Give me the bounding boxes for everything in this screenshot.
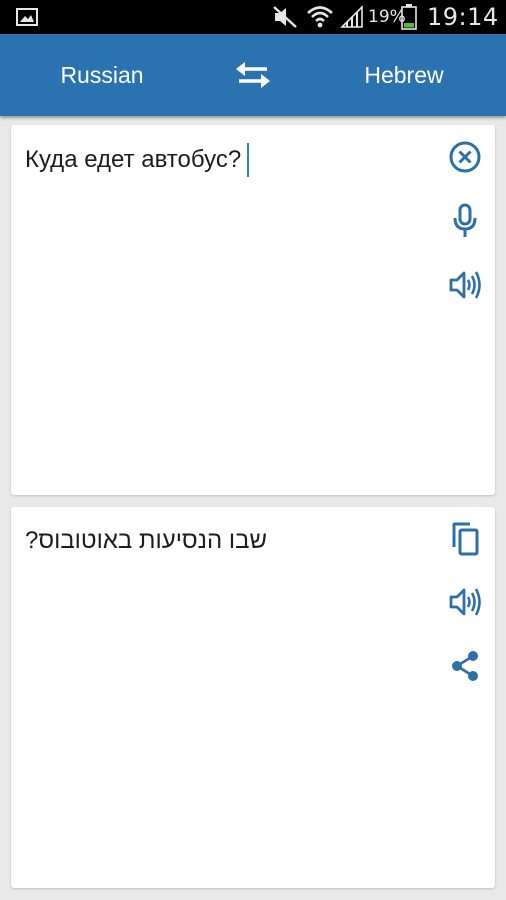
clock: 19:14 — [427, 3, 499, 31]
signal-icon — [340, 0, 364, 34]
source-text: Куда едет автобус? — [25, 146, 242, 173]
source-language-button[interactable]: Russian — [0, 34, 204, 116]
text-caret — [247, 143, 250, 177]
microphone-button[interactable] — [443, 199, 487, 243]
speak-source-button[interactable] — [443, 263, 487, 307]
mute-icon — [272, 0, 298, 34]
source-text-input[interactable]: Куда едет автобус? — [25, 143, 250, 177]
translation-text: שבו הנסיעות באוטובוס? — [25, 527, 267, 554]
battery-icon — [401, 0, 417, 34]
share-icon — [452, 651, 478, 681]
swap-languages-button[interactable] — [226, 51, 280, 99]
swap-icon — [236, 62, 270, 88]
share-button[interactable] — [443, 644, 487, 688]
copy-icon — [452, 522, 479, 556]
app-bar: Russian Hebrew — [0, 34, 506, 116]
status-bar: 19% 19:14 — [0, 0, 506, 34]
microphone-icon — [453, 203, 477, 237]
translation-panel: שבו הנסיעות באוטובוס? — [11, 507, 495, 888]
speaker-icon — [449, 588, 481, 616]
clear-icon — [449, 141, 481, 173]
speak-translation-button[interactable] — [443, 580, 487, 624]
source-panel: Куда едет автобус? — [11, 125, 495, 495]
speaker-icon — [449, 271, 481, 299]
target-language-button[interactable]: Hebrew — [302, 34, 506, 116]
copy-button[interactable] — [443, 517, 487, 561]
image-icon — [16, 0, 38, 34]
wifi-icon — [306, 0, 334, 34]
clear-button[interactable] — [443, 135, 487, 179]
